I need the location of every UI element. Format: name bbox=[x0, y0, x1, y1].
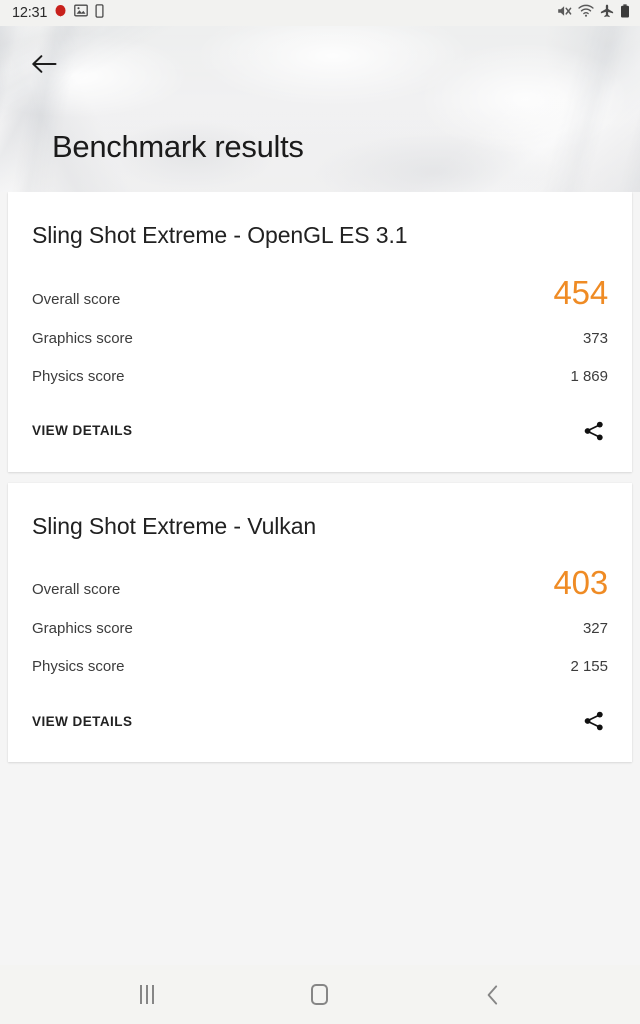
card-actions: VIEW DETAILS bbox=[32, 704, 608, 762]
physics-score-label: Physics score bbox=[32, 658, 125, 676]
nav-recents-button[interactable] bbox=[112, 973, 182, 1017]
share-button[interactable] bbox=[577, 704, 611, 738]
recents-icon bbox=[139, 985, 154, 1004]
benchmark-result-card[interactable]: Sling Shot Extreme - OpenGL ES 3.1 Overa… bbox=[8, 192, 632, 472]
graphics-score-value: 327 bbox=[582, 620, 608, 638]
view-details-button[interactable]: VIEW DETAILS bbox=[32, 423, 132, 438]
sim-card-icon bbox=[95, 3, 104, 23]
graphics-score-row: Graphics score 373 bbox=[32, 330, 608, 347]
recording-dot-icon bbox=[54, 4, 67, 23]
overall-score-label: Overall score bbox=[32, 290, 121, 308]
physics-score-value: 1 869 bbox=[570, 367, 608, 385]
status-bar-left: 12:31 bbox=[12, 3, 104, 23]
physics-score-label: Physics score bbox=[32, 367, 125, 385]
overall-score-value: 403 bbox=[553, 564, 609, 602]
airplane-mode-icon bbox=[600, 4, 614, 23]
nav-back-button[interactable] bbox=[458, 973, 528, 1017]
mute-icon bbox=[556, 4, 572, 23]
back-button[interactable] bbox=[22, 42, 66, 86]
status-bar-clock: 12:31 bbox=[12, 5, 48, 21]
view-details-button[interactable]: VIEW DETAILS bbox=[32, 714, 132, 729]
wifi-icon bbox=[578, 4, 594, 22]
benchmark-name: Sling Shot Extreme - OpenGL ES 3.1 bbox=[32, 222, 408, 248]
status-bar-right bbox=[556, 3, 630, 23]
benchmark-name: Sling Shot Extreme - Vulkan bbox=[32, 512, 317, 539]
benchmark-result-card[interactable]: Sling Shot Extreme - Vulkan Overall scor… bbox=[8, 482, 632, 763]
arrow-left-icon bbox=[32, 55, 57, 73]
share-button[interactable] bbox=[577, 414, 611, 448]
system-navigation-bar bbox=[0, 965, 640, 1024]
overall-score-value: 454 bbox=[553, 273, 609, 311]
physics-score-row: Physics score 1 869 bbox=[32, 368, 608, 385]
overall-score-row: Overall score 454 bbox=[32, 276, 608, 309]
overall-score-row: Overall score 403 bbox=[32, 566, 608, 599]
nav-home-button[interactable] bbox=[285, 973, 355, 1017]
overall-score-label: Overall score bbox=[32, 581, 121, 599]
phone-screen: 12:31 Benchmark results Sling Shot Extre… bbox=[0, 0, 640, 1024]
page-title: Benchmark results bbox=[52, 129, 304, 164]
status-bar: 12:31 bbox=[0, 0, 640, 26]
page-header: Benchmark results bbox=[0, 26, 640, 192]
card-actions: VIEW DETAILS bbox=[32, 414, 608, 472]
physics-score-row: Physics score 2 155 bbox=[32, 658, 608, 675]
home-icon bbox=[311, 984, 329, 1005]
screenshot-image-icon bbox=[74, 4, 89, 22]
graphics-score-value: 373 bbox=[582, 329, 608, 347]
graphics-score-label: Graphics score bbox=[32, 620, 133, 638]
chevron-left-icon bbox=[487, 984, 498, 1005]
share-icon bbox=[584, 711, 603, 731]
physics-score-value: 2 155 bbox=[570, 658, 608, 676]
results-list: Sling Shot Extreme - OpenGL ES 3.1 Overa… bbox=[0, 192, 640, 965]
graphics-score-row: Graphics score 327 bbox=[32, 620, 608, 637]
battery-icon bbox=[620, 3, 630, 23]
share-icon bbox=[584, 421, 603, 440]
graphics-score-label: Graphics score bbox=[32, 329, 133, 347]
header-background-vignette bbox=[0, 26, 640, 192]
